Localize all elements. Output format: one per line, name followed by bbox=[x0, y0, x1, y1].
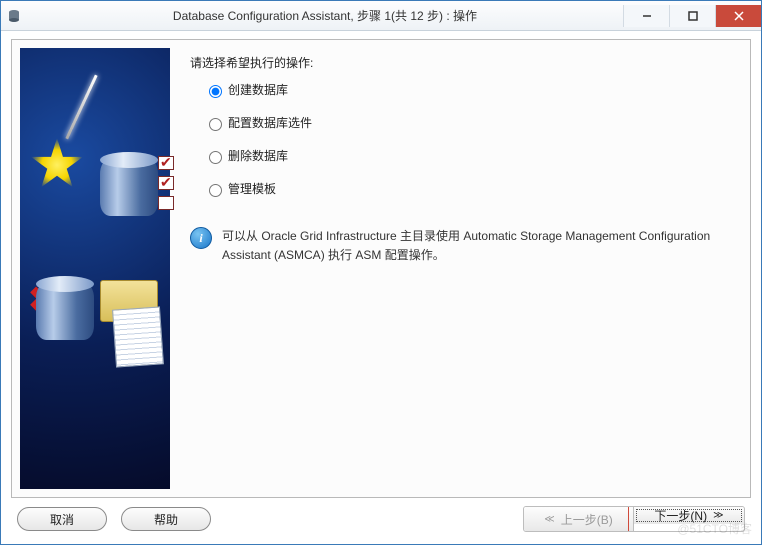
info-icon: i bbox=[190, 227, 212, 249]
minimize-button[interactable] bbox=[623, 5, 669, 27]
option-label: 创建数据库 bbox=[228, 81, 288, 98]
radio-delete-database[interactable] bbox=[209, 151, 222, 164]
radio-manage-templates[interactable] bbox=[209, 184, 222, 197]
dbca-window: Database Configuration Assistant, 步骤 1(共… bbox=[0, 0, 762, 545]
titlebar: Database Configuration Assistant, 步骤 1(共… bbox=[1, 1, 761, 31]
wizard-graphic: ✖ bbox=[20, 48, 170, 489]
option-label: 删除数据库 bbox=[228, 147, 288, 164]
option-label: 配置数据库选件 bbox=[228, 114, 312, 131]
option-create-database[interactable]: 创建数据库 bbox=[204, 81, 732, 98]
radio-configure-database[interactable] bbox=[209, 118, 222, 131]
help-label: 帮助 bbox=[154, 511, 178, 528]
window-title: Database Configuration Assistant, 步骤 1(共… bbox=[27, 7, 623, 24]
main-content: 请选择希望执行的操作: 创建数据库 配置数据库选件 删除数据库 管理模板 bbox=[178, 40, 750, 497]
chevron-right-icon: ≫ bbox=[713, 510, 723, 521]
radio-create-database[interactable] bbox=[209, 85, 222, 98]
next-highlight: 下一步(N) ≫ bbox=[634, 507, 744, 531]
cancel-button[interactable]: 取消 bbox=[17, 507, 107, 531]
option-label: 管理模板 bbox=[228, 180, 276, 197]
close-button[interactable] bbox=[715, 5, 761, 27]
content-frame: ✖ 请选择希望执行的操作: 创建数据库 配置数据库选件 删除数据库 bbox=[11, 39, 751, 498]
chevron-left-icon: ≪ bbox=[544, 514, 554, 525]
info-text: 可以从 Oracle Grid Infrastructure 主目录使用 Aut… bbox=[222, 227, 732, 265]
option-configure-database[interactable]: 配置数据库选件 bbox=[204, 114, 732, 131]
back-button[interactable]: ≪ 上一步(B) bbox=[524, 507, 634, 531]
app-icon bbox=[1, 9, 27, 23]
next-button[interactable]: 下一步(N) ≫ bbox=[634, 507, 744, 524]
help-button[interactable]: 帮助 bbox=[121, 507, 211, 531]
cancel-label: 取消 bbox=[50, 511, 74, 528]
nav-buttons: ≪ 上一步(B) 下一步(N) ≫ bbox=[523, 506, 745, 532]
next-label: 下一步(N) bbox=[654, 507, 707, 524]
back-label: 上一步(B) bbox=[561, 511, 613, 528]
info-panel: i 可以从 Oracle Grid Infrastructure 主目录使用 A… bbox=[190, 227, 732, 265]
option-manage-templates[interactable]: 管理模板 bbox=[204, 180, 732, 197]
option-delete-database[interactable]: 删除数据库 bbox=[204, 147, 732, 164]
prompt-label: 请选择希望执行的操作: bbox=[190, 54, 732, 71]
maximize-button[interactable] bbox=[669, 5, 715, 27]
body: ✖ 请选择希望执行的操作: 创建数据库 配置数据库选件 删除数据库 bbox=[1, 31, 761, 544]
button-bar: 取消 帮助 ≪ 上一步(B) 下一步(N) ≫ bbox=[11, 498, 751, 538]
window-controls bbox=[623, 5, 761, 27]
